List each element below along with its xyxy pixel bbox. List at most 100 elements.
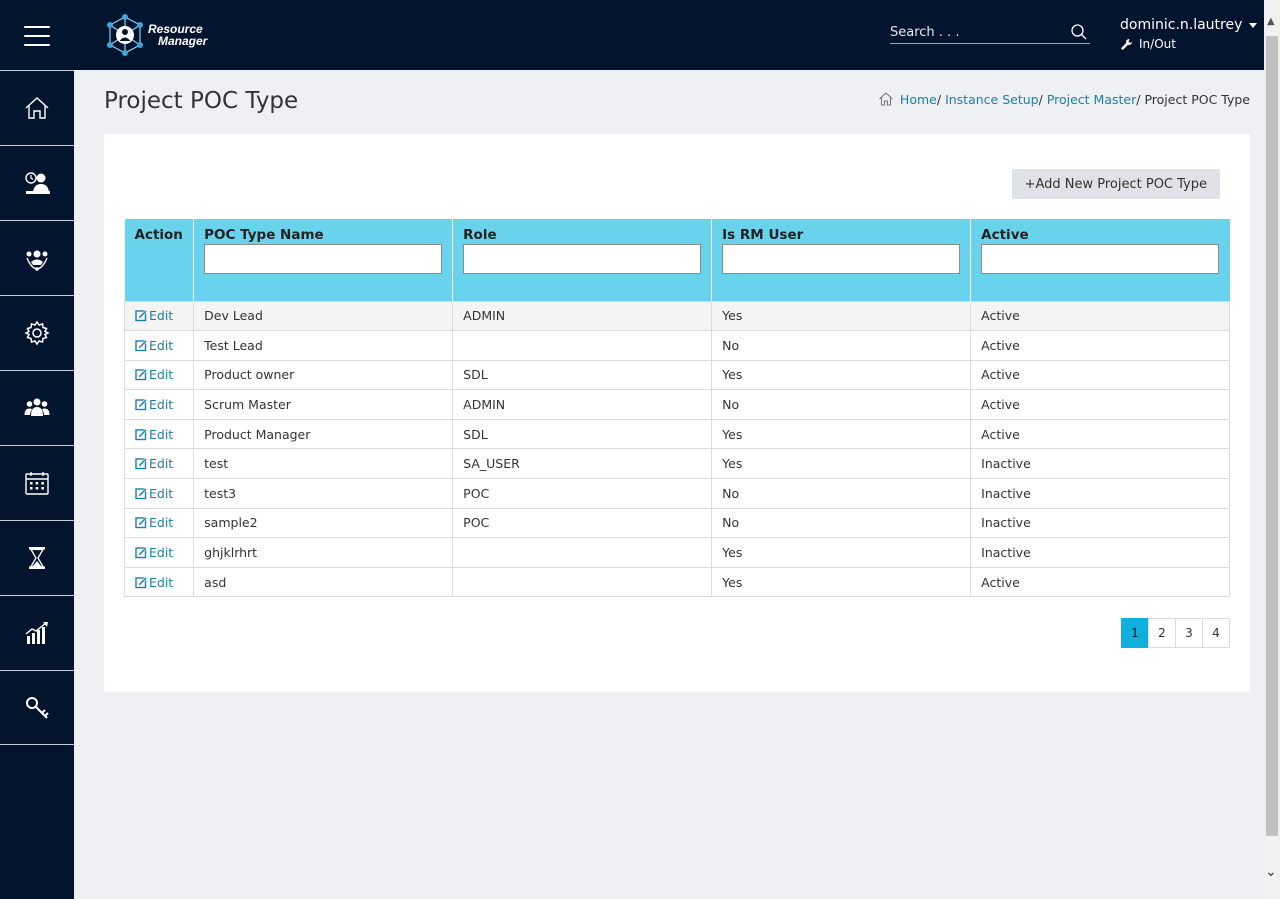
breadcrumb-home[interactable]: Home (900, 92, 937, 107)
settings-gear-icon (24, 320, 50, 346)
cell-poc-type-name: test (193, 448, 454, 480)
cell-action: Edit (123, 478, 195, 509)
sidebar-item-team[interactable] (0, 220, 74, 295)
cell-active: Active (970, 418, 1230, 450)
is-rm-user-filter-input[interactable] (722, 244, 961, 274)
role-filter-input[interactable] (463, 244, 702, 274)
cell-action: Edit (123, 566, 195, 598)
cell-role: ADMIN (452, 389, 713, 420)
cell-role: ADMIN (452, 300, 713, 332)
edit-label: Edit (149, 426, 174, 442)
username-label: dominic.n.lautrey (1120, 17, 1243, 33)
cell-role (452, 566, 713, 598)
edit-label: Edit (149, 574, 174, 590)
cell-role (452, 537, 713, 568)
user-dropdown[interactable]: dominic.n.lautrey (1120, 17, 1258, 33)
edit-icon (135, 309, 148, 322)
active-filter-input[interactable] (981, 244, 1220, 274)
page-button-1[interactable]: 1 (1121, 618, 1149, 648)
sidebar-item-users[interactable] (0, 370, 74, 445)
breadcrumb: Home / Instance Setup / Project Master /… (878, 91, 1250, 107)
cell-poc-type-name: Test Lead (193, 330, 454, 361)
page-scrollbar[interactable]: ▲ ⌄ (1264, 0, 1280, 899)
edit-link[interactable]: Edit (135, 427, 183, 442)
cell-action: Edit (123, 507, 195, 539)
edit-link[interactable]: Edit (135, 308, 183, 323)
edit-link[interactable]: Edit (135, 515, 183, 530)
table-row: Edit Product Manager SDL Yes Active (123, 418, 1230, 450)
table-row: Edit Scrum Master ADMIN No Active (123, 389, 1230, 420)
page-button-4[interactable]: 4 (1202, 618, 1230, 648)
scroll-down-arrow-icon[interactable]: ⌄ (1265, 864, 1277, 880)
cell-action: Edit (123, 537, 195, 568)
page-button-2[interactable]: 2 (1148, 618, 1176, 648)
cell-poc-type-name: ghjklrhrt (193, 537, 454, 568)
cell-is-rm-user: Yes (711, 418, 972, 450)
app-logo[interactable]: Resource Manager (104, 12, 207, 58)
home-icon (25, 97, 49, 119)
edit-link[interactable]: Edit (135, 575, 183, 590)
cell-role: POC (452, 478, 713, 509)
breadcrumb-home-icon[interactable] (878, 91, 894, 107)
edit-icon (135, 339, 148, 352)
cell-is-rm-user: No (711, 478, 972, 509)
poc-type-name-filter-input[interactable] (204, 244, 443, 274)
sidebar-item-home[interactable] (0, 70, 74, 145)
edit-link[interactable]: Edit (135, 456, 183, 471)
edit-icon (135, 457, 148, 470)
edit-link[interactable]: Edit (135, 397, 183, 412)
cell-poc-type-name: sample2 (193, 507, 454, 539)
breadcrumb-project-master[interactable]: Project Master (1047, 92, 1136, 107)
add-new-project-poc-type-button[interactable]: +Add New Project POC Type (1011, 169, 1220, 199)
header-poc-type-name: POC Type Name (193, 219, 453, 301)
header-role-label: Role (463, 227, 497, 243)
header-action: Action (124, 219, 194, 301)
sidebar-item-analytics[interactable] (0, 595, 74, 670)
breadcrumb-separator: / (1136, 91, 1141, 107)
cell-active: Inactive (970, 448, 1230, 480)
header-active-label: Active (981, 227, 1029, 243)
in-out-link[interactable]: In/Out (1120, 37, 1257, 51)
page-title: Project POC Type (104, 88, 299, 114)
cell-active: Active (970, 300, 1230, 332)
cell-poc-type-name: Dev Lead (193, 300, 454, 332)
cell-action: Edit (123, 389, 195, 420)
sidebar-item-access[interactable] (0, 670, 74, 745)
header-active: Active (970, 219, 1230, 301)
edit-label: Edit (149, 456, 174, 472)
edit-link[interactable]: Edit (135, 367, 183, 382)
header-is-rm-user: Is RM User (711, 219, 971, 301)
page-button-3[interactable]: 3 (1175, 618, 1203, 648)
hamburger-menu-icon[interactable] (24, 26, 50, 46)
edit-link[interactable]: Edit (135, 338, 183, 353)
breadcrumb-instance-setup[interactable]: Instance Setup (945, 92, 1039, 107)
sidebar-item-timesheet[interactable] (0, 145, 74, 220)
analytics-chart-icon (25, 622, 48, 644)
calendar-icon (25, 472, 49, 495)
sidebar-item-hourglass[interactable] (0, 520, 74, 595)
header-role: Role (452, 219, 712, 301)
table-row: Edit Product owner SDL Yes Active (123, 359, 1230, 391)
cell-role (452, 330, 713, 361)
edit-link[interactable]: Edit (135, 545, 183, 560)
cell-is-rm-user: No (711, 507, 972, 539)
cell-action: Edit (123, 418, 195, 450)
sidebar-item-calendar[interactable] (0, 445, 74, 520)
search-icon[interactable] (1070, 23, 1088, 41)
cell-action: Edit (123, 300, 195, 332)
cell-is-rm-user: Yes (711, 359, 972, 391)
search-input[interactable] (890, 22, 1066, 42)
key-icon (26, 696, 49, 719)
cell-active: Active (970, 330, 1230, 361)
cell-active: Active (970, 566, 1230, 598)
edit-icon (135, 369, 148, 381)
cell-active: Inactive (970, 537, 1230, 568)
header-poc-type-name-label: POC Type Name (204, 227, 324, 243)
sidebar-item-settings[interactable] (0, 295, 74, 370)
table-header-row: Action POC Type Name Role Is RM User Act… (124, 219, 1230, 301)
scroll-up-arrow-icon[interactable]: ▲ (1267, 16, 1275, 27)
scrollbar-thumb[interactable] (1266, 36, 1278, 836)
cell-active: Inactive (970, 478, 1230, 509)
edit-link[interactable]: Edit (135, 486, 183, 501)
sidebar (0, 70, 74, 899)
